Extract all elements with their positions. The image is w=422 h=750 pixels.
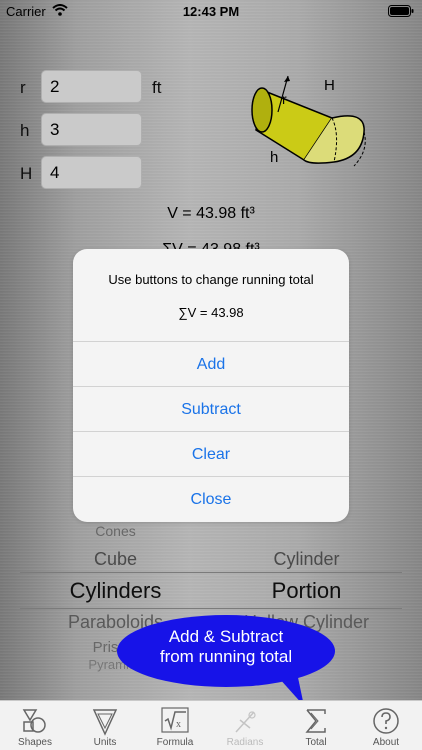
subtract-button[interactable]: Subtract xyxy=(73,386,349,431)
tab-bar: Shapes Units x Formula Radians Total Abo… xyxy=(0,700,422,750)
tab-units[interactable]: Units xyxy=(70,701,140,750)
sigma-icon xyxy=(305,709,326,733)
tab-radians[interactable]: Radians xyxy=(210,701,280,750)
tab-label: Radians xyxy=(226,737,264,748)
tab-label: About xyxy=(372,737,400,748)
running-total-alert: Use buttons to change running total ∑V =… xyxy=(73,249,349,522)
shapes-icon xyxy=(22,709,46,733)
hint-line-2: from running total xyxy=(159,647,293,666)
tab-shapes[interactable]: Shapes xyxy=(0,701,70,750)
tab-about[interactable]: About xyxy=(351,701,421,750)
clear-button[interactable]: Clear xyxy=(73,431,349,476)
svg-text:x: x xyxy=(176,719,181,730)
tab-label: Units xyxy=(93,737,117,748)
add-button[interactable]: Add xyxy=(73,341,349,386)
formula-icon: x xyxy=(161,707,189,733)
tab-label: Total xyxy=(305,737,327,748)
units-icon xyxy=(92,709,118,736)
hint-line-1: Add & Subtract xyxy=(168,627,284,646)
tab-label: Shapes xyxy=(18,737,52,748)
close-button[interactable]: Close xyxy=(73,476,349,521)
question-icon xyxy=(373,708,399,734)
tab-formula[interactable]: x Formula xyxy=(140,701,210,750)
hint-bubble: Add & Subtract from running total xyxy=(117,615,335,687)
tab-total[interactable]: Total xyxy=(281,701,351,750)
tab-label: Formula xyxy=(156,737,194,748)
alert-total: ∑V = 43.98 xyxy=(178,305,244,320)
radians-icon xyxy=(235,711,256,733)
alert-message: Use buttons to change running total xyxy=(108,272,314,287)
